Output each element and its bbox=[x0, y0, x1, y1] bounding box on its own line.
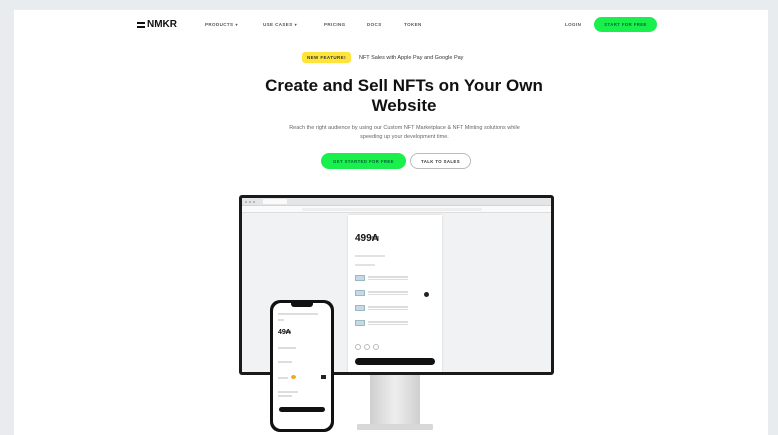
nft-row bbox=[355, 273, 435, 283]
talk-to-sales-button[interactable]: TALK TO SALES bbox=[410, 153, 471, 169]
nft-row bbox=[355, 288, 435, 298]
chevron-down-icon: ▾ bbox=[235, 22, 238, 27]
window-dot-icon bbox=[253, 200, 255, 203]
selector-dot-icon bbox=[424, 292, 429, 297]
card-icon bbox=[321, 375, 326, 379]
window-dot-icon bbox=[249, 200, 251, 203]
phone-price: 49₳ bbox=[278, 329, 291, 336]
checkout-pay-button bbox=[355, 358, 435, 365]
phone-mockup: 49₳ bbox=[270, 300, 334, 432]
url-field bbox=[302, 208, 482, 211]
phone-notch bbox=[291, 303, 313, 307]
hero-subtitle: Reach the right audience by using our Cu… bbox=[289, 125, 520, 140]
nft-row bbox=[355, 318, 435, 328]
phone-line bbox=[278, 361, 292, 363]
phone-line bbox=[278, 313, 318, 315]
nft-thumbnail bbox=[355, 290, 365, 296]
desktop-price: 499₳ bbox=[355, 233, 379, 244]
monitor-stand-base bbox=[357, 424, 433, 430]
landing-page: NMKR PRODUCTS ▾ USE CASES ▾ PRICING DOCS T… bbox=[14, 10, 768, 435]
card-icon bbox=[291, 375, 296, 379]
nav-docs[interactable]: DOCS bbox=[367, 22, 382, 27]
nav-token-label: TOKEN bbox=[404, 22, 422, 27]
nav-products-label: PRODUCTS bbox=[205, 22, 234, 27]
nav-use-cases[interactable]: USE CASES ▾ bbox=[263, 22, 297, 27]
phone-pay-button bbox=[279, 407, 325, 412]
announcement-text: NFT Sales with Apple Pay and Google Pay bbox=[358, 54, 464, 61]
phone-line bbox=[278, 391, 298, 393]
nft-thumbnail bbox=[355, 305, 365, 311]
nft-thumbnail bbox=[355, 275, 365, 281]
hero-title: Create and Sell NFTs on Your Own Website bbox=[265, 76, 543, 115]
browser-tab-bar bbox=[242, 198, 551, 206]
phone-line bbox=[278, 319, 284, 321]
payment-option-icon bbox=[364, 344, 370, 350]
nft-row bbox=[355, 303, 435, 313]
window-dot-icon bbox=[245, 200, 247, 203]
login-link[interactable]: LOGIN bbox=[565, 22, 581, 27]
nav-pricing[interactable]: PRICING bbox=[324, 22, 346, 27]
nmkr-logo[interactable]: NMKR bbox=[137, 19, 177, 30]
get-started-button[interactable]: GET STARTED FOR FREE bbox=[321, 153, 406, 169]
announcement-row[interactable]: NEW FEATURE! NFT Sales with Apple Pay an… bbox=[302, 52, 463, 63]
monitor-stand bbox=[370, 375, 420, 425]
nav-use-cases-label: USE CASES bbox=[263, 22, 293, 27]
payment-option-icon bbox=[355, 344, 361, 350]
logo-mark-icon bbox=[137, 21, 145, 28]
nav-pricing-label: PRICING bbox=[324, 22, 346, 27]
chevron-down-icon: ▾ bbox=[294, 22, 298, 27]
checkout-widget: 499₳ bbox=[348, 215, 442, 372]
nav-token[interactable]: TOKEN bbox=[404, 22, 422, 27]
phone-screen: 49₳ bbox=[273, 303, 331, 429]
nav-products[interactable]: PRODUCTS ▾ bbox=[205, 22, 238, 27]
payment-option-icon bbox=[373, 344, 379, 350]
nft-thumbnail bbox=[355, 320, 365, 326]
phone-line bbox=[278, 377, 288, 379]
browser-address-bar bbox=[242, 206, 551, 213]
nav-docs-label: DOCS bbox=[367, 22, 382, 27]
checkout-line bbox=[355, 264, 375, 266]
browser-tab bbox=[263, 199, 287, 204]
start-for-free-button[interactable]: START FOR FREE bbox=[594, 17, 657, 32]
phone-line bbox=[278, 347, 296, 349]
checkout-line bbox=[355, 255, 385, 257]
logo-text: NMKR bbox=[147, 19, 177, 30]
phone-line bbox=[278, 395, 292, 397]
payment-options bbox=[355, 344, 379, 350]
new-feature-badge: NEW FEATURE! bbox=[302, 52, 351, 63]
